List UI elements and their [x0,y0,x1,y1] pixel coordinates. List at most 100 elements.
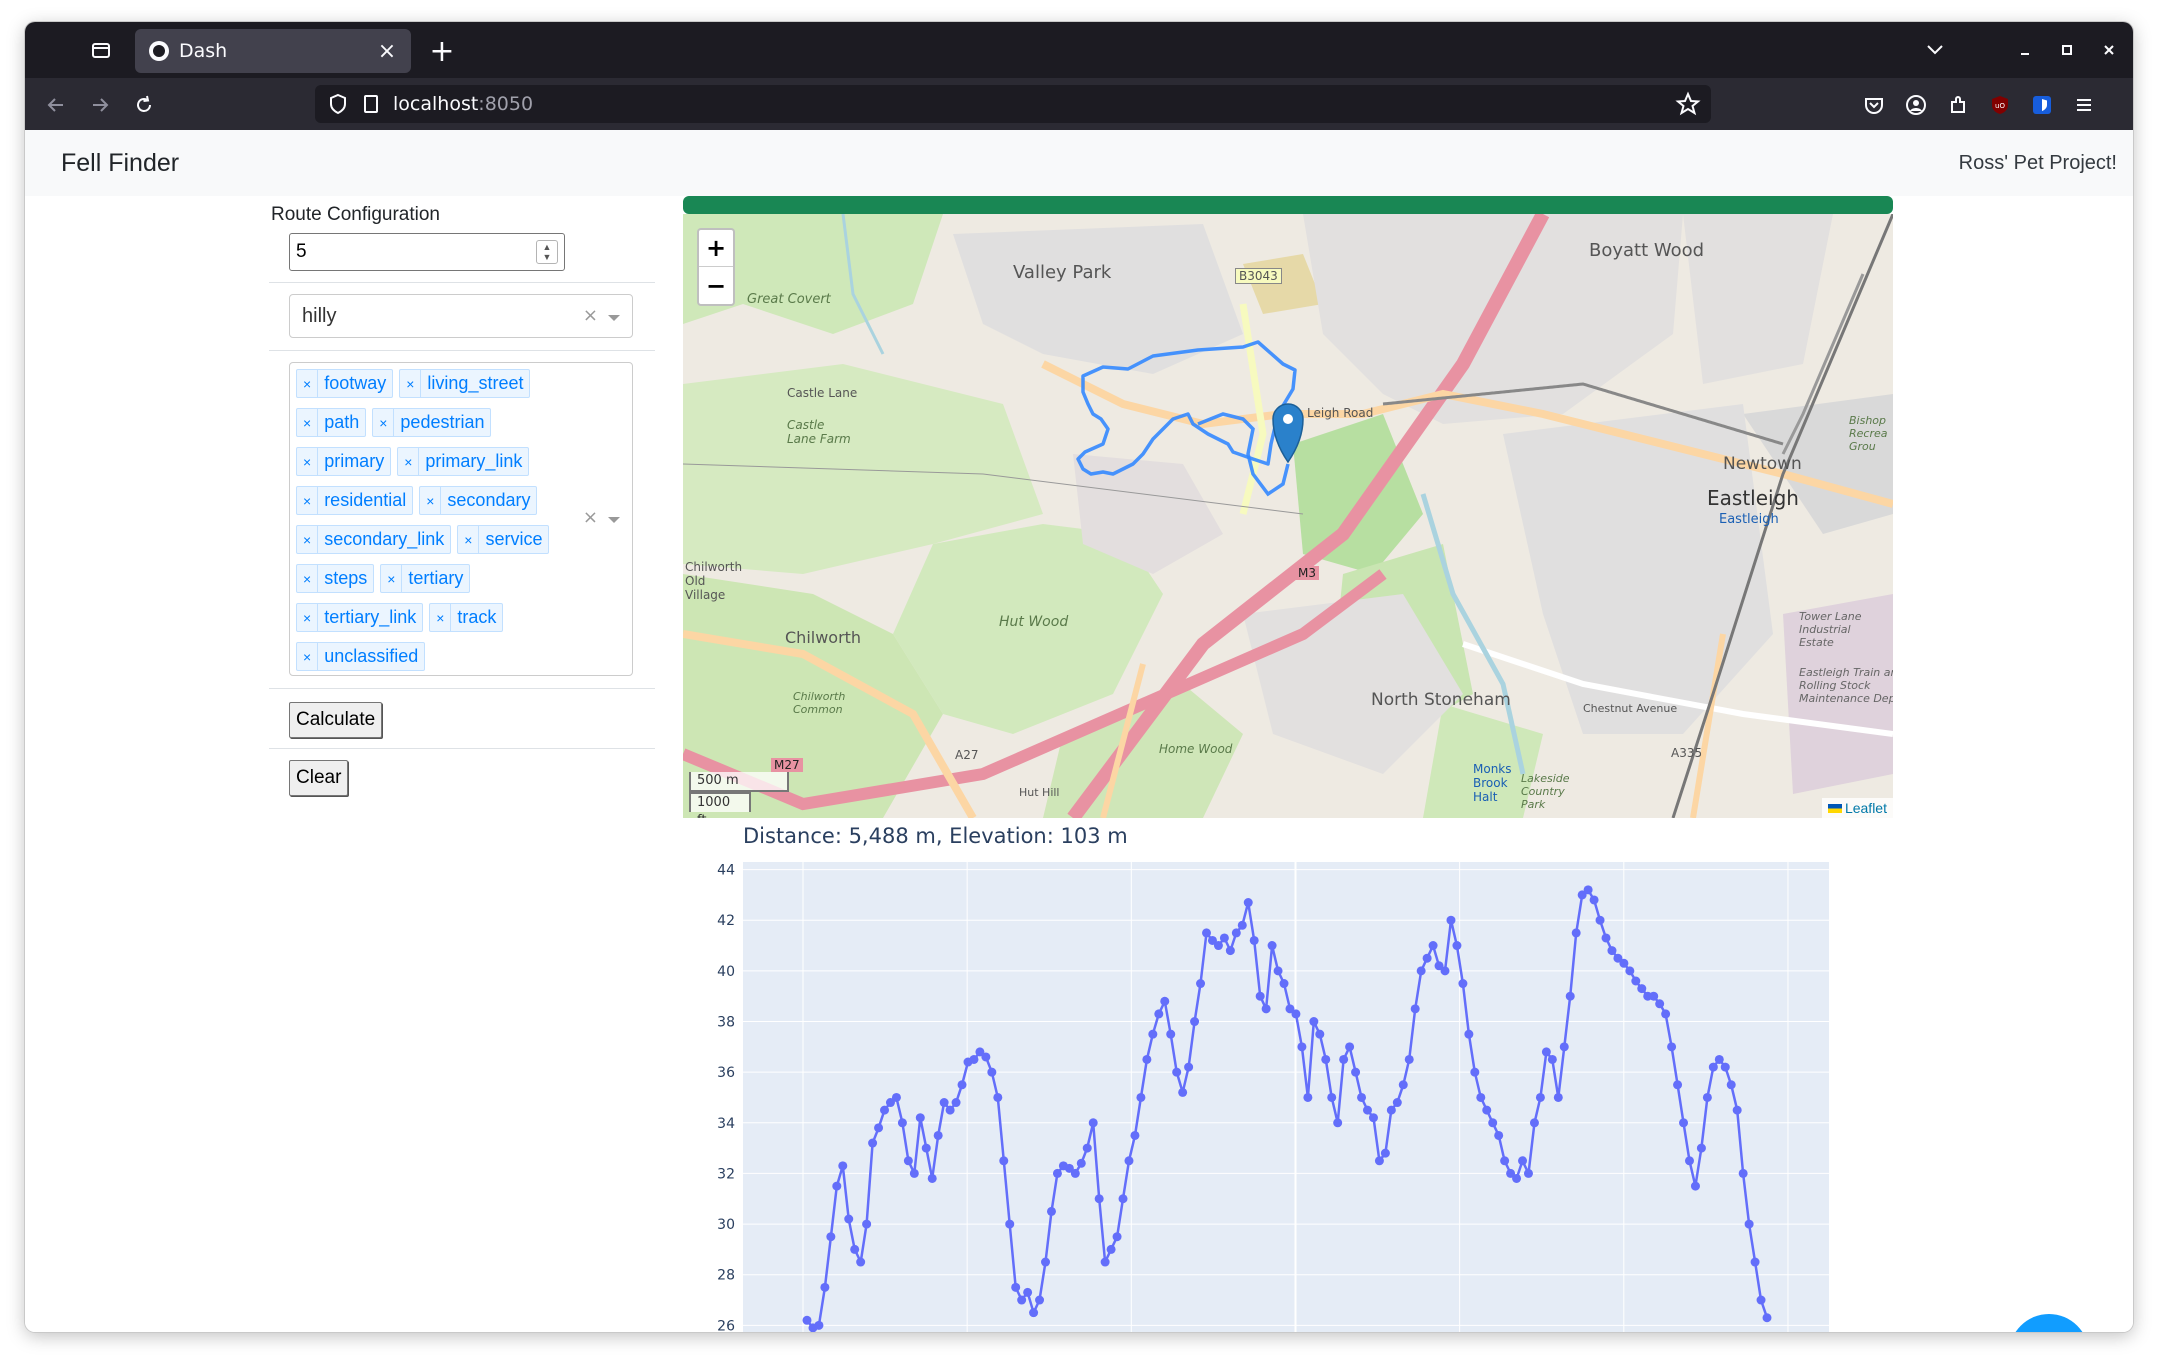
elevation-point[interactable] [1261,1004,1271,1014]
dropdown-arrow-icon[interactable] [608,517,620,523]
elevation-point[interactable] [1470,1067,1480,1077]
elevation-point[interactable] [1655,999,1665,1009]
elevation-point[interactable] [1756,1295,1766,1305]
elevation-point[interactable] [1160,996,1170,1006]
zoom-in-button[interactable]: + [699,230,733,267]
elevation-point[interactable] [1452,941,1462,951]
tab-list-icon[interactable] [85,34,117,66]
elevation-point[interactable] [1750,1257,1760,1267]
elevation-point[interactable] [874,1123,884,1133]
elevation-point[interactable] [1225,946,1235,956]
elevation-point[interactable] [1130,1130,1140,1140]
elevation-point[interactable] [1684,1156,1694,1166]
remove-tag-icon[interactable]: × [373,409,395,436]
elevation-point[interactable] [1714,1054,1724,1064]
elevation-point[interactable] [1553,1092,1563,1102]
elevation-point[interactable] [891,1092,901,1102]
elevation-point[interactable] [850,1244,860,1254]
elevation-point[interactable] [802,1315,812,1325]
remove-tag-icon[interactable]: × [430,604,452,631]
elevation-point[interactable] [826,1232,836,1242]
elevation-point[interactable] [1142,1054,1152,1064]
elevation-point[interactable] [903,1156,913,1166]
elevation-point[interactable] [844,1214,854,1224]
remove-tag-icon[interactable]: × [297,526,319,553]
elevation-point[interactable] [1404,1054,1414,1064]
elevation-point[interactable] [1601,933,1611,943]
distance-input[interactable]: 5 ▲ ▼ [289,233,565,271]
elevation-point[interactable] [814,1320,824,1330]
zoom-out-button[interactable]: − [699,267,733,304]
elevation-point[interactable] [1029,1308,1039,1318]
close-tab-icon[interactable]: × [373,37,401,65]
elevation-point[interactable] [1231,928,1241,938]
remove-tag-icon[interactable]: × [297,487,319,514]
elevation-point[interactable] [1392,1098,1402,1108]
elevation-point[interactable] [1357,1092,1367,1102]
elevation-point[interactable] [1279,979,1289,989]
elevation-point[interactable] [1673,1080,1683,1090]
highway-tag[interactable]: × track [429,603,504,632]
app-brand[interactable]: Fell Finder [61,149,179,178]
elevation-point[interactable] [862,1219,872,1229]
browser-tab[interactable]: Dash × [135,29,411,73]
elevation-point[interactable] [1565,991,1575,1001]
remove-tag-icon[interactable]: × [381,565,403,592]
elevation-point[interactable] [1512,1173,1522,1183]
highway-types-multiselect[interactable]: × footway × living_street × path × pedestrian × p… [289,362,633,676]
elevation-point[interactable] [1005,1219,1015,1229]
elevation-point[interactable] [1339,1054,1349,1064]
page-info-icon[interactable] [361,94,381,114]
elevation-point[interactable] [1589,895,1599,905]
distance-spinner[interactable]: ▲ ▼ [536,240,558,264]
close-window-icon[interactable] [2093,34,2125,66]
elevation-point[interactable] [921,1143,931,1153]
elevation-point[interactable] [945,1105,955,1115]
clear-selection-icon[interactable]: × [583,305,598,326]
elevation-point[interactable] [1398,1080,1408,1090]
elevation-point[interactable] [1529,1118,1539,1128]
elevation-point[interactable] [1315,1029,1325,1039]
route-map[interactable]: Valley Park Great Covert Boyatt Wood B30… [683,214,1893,818]
elevation-point[interactable] [1106,1244,1116,1254]
elevation-point[interactable] [1297,1042,1307,1052]
highway-tag[interactable]: × tertiary_link [296,603,424,632]
elevation-point[interactable] [1500,1156,1510,1166]
remove-tag-icon[interactable]: × [400,370,422,397]
elevation-point[interactable] [1136,1092,1146,1102]
url-bar[interactable]: localhost:8050 [315,85,1711,123]
bookmark-star-icon[interactable] [1675,91,1701,117]
remove-tag-icon[interactable]: × [297,370,319,397]
new-tab-icon[interactable]: + [425,34,459,69]
elevation-point[interactable] [1637,984,1647,994]
elevation-point[interactable] [838,1161,848,1171]
route-mode-dropdown[interactable]: hilly × [289,294,633,338]
elevation-point[interactable] [1190,1017,1200,1027]
elevation-point[interactable] [1446,915,1456,925]
account-icon[interactable] [1901,90,1931,120]
clear-button[interactable]: Clear [289,760,349,796]
elevation-point[interactable] [1619,958,1629,968]
highway-tag[interactable]: × tertiary [380,564,471,593]
elevation-point[interactable] [1488,1118,1498,1128]
elevation-point[interactable] [1625,966,1635,976]
elevation-point[interactable] [1362,1105,1372,1115]
elevation-point[interactable] [1744,1219,1754,1229]
elevation-point[interactable] [1535,1092,1545,1102]
elevation-point[interactable] [987,1067,997,1077]
highway-tag[interactable]: × primary_link [397,447,530,476]
elevation-point[interactable] [1607,946,1617,956]
elevation-point[interactable] [1196,979,1206,989]
elevation-point[interactable] [927,1173,937,1183]
highway-tag[interactable]: × pedestrian [372,408,492,437]
elevation-point[interactable] [1273,966,1283,976]
elevation-point[interactable] [969,1054,979,1064]
elevation-point[interactable] [1547,1054,1557,1064]
elevation-point[interactable] [957,1080,967,1090]
highway-tag[interactable]: × service [457,525,550,554]
remove-tag-icon[interactable]: × [297,643,319,670]
elevation-point[interactable] [820,1282,830,1292]
elevation-point[interactable] [1082,1143,1092,1153]
elevation-point[interactable] [1219,933,1229,943]
ublock-origin-icon[interactable]: uO [1985,90,2015,120]
